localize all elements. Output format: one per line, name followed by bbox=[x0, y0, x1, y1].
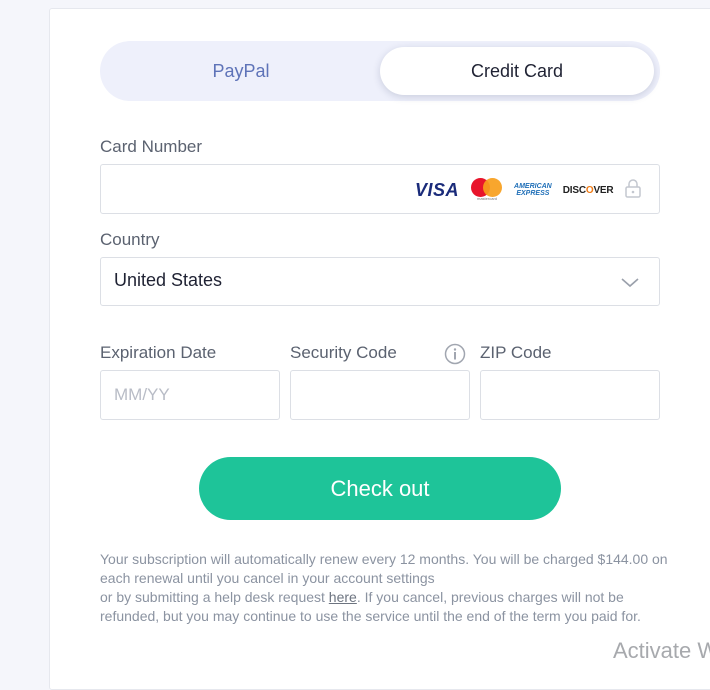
activate-windows-watermark: Activate Windows bbox=[613, 638, 710, 663]
discover-logo: DISCOVER bbox=[562, 184, 614, 196]
expiration-date-input[interactable] bbox=[101, 371, 279, 419]
help-desk-link[interactable]: here bbox=[329, 589, 357, 605]
security-code-field[interactable] bbox=[290, 370, 470, 420]
tab-credit-card[interactable]: Credit Card bbox=[380, 47, 654, 95]
country-selected-value: United States bbox=[114, 270, 223, 290]
zip-code-input[interactable] bbox=[481, 371, 659, 419]
expiration-date-label: Expiration Date bbox=[100, 343, 217, 362]
chevron-down-icon[interactable] bbox=[620, 276, 640, 294]
mastercard-logo: mastercard bbox=[471, 178, 503, 202]
tab-paypal[interactable]: PayPal bbox=[101, 45, 381, 97]
security-code-label: Security Code bbox=[290, 343, 397, 362]
amex-logo: AMERICAN EXPRESS bbox=[514, 183, 552, 197]
checkout-button[interactable]: Check out bbox=[199, 457, 561, 520]
country-label: Country bbox=[100, 230, 160, 249]
security-code-input[interactable] bbox=[291, 371, 469, 419]
zip-code-label: ZIP Code bbox=[480, 343, 552, 362]
lock-icon bbox=[624, 178, 642, 203]
card-number-label: Card Number bbox=[100, 137, 203, 156]
expiration-date-field[interactable] bbox=[100, 370, 280, 420]
zip-code-field[interactable] bbox=[480, 370, 660, 420]
info-icon[interactable] bbox=[444, 343, 466, 370]
card-brand-logos: VISA mastercard AMERICAN EXPRESS DISCOVE… bbox=[415, 178, 642, 202]
subscription-notice: Your subscription will automatically ren… bbox=[100, 551, 668, 624]
visa-logo: VISA bbox=[415, 179, 460, 200]
